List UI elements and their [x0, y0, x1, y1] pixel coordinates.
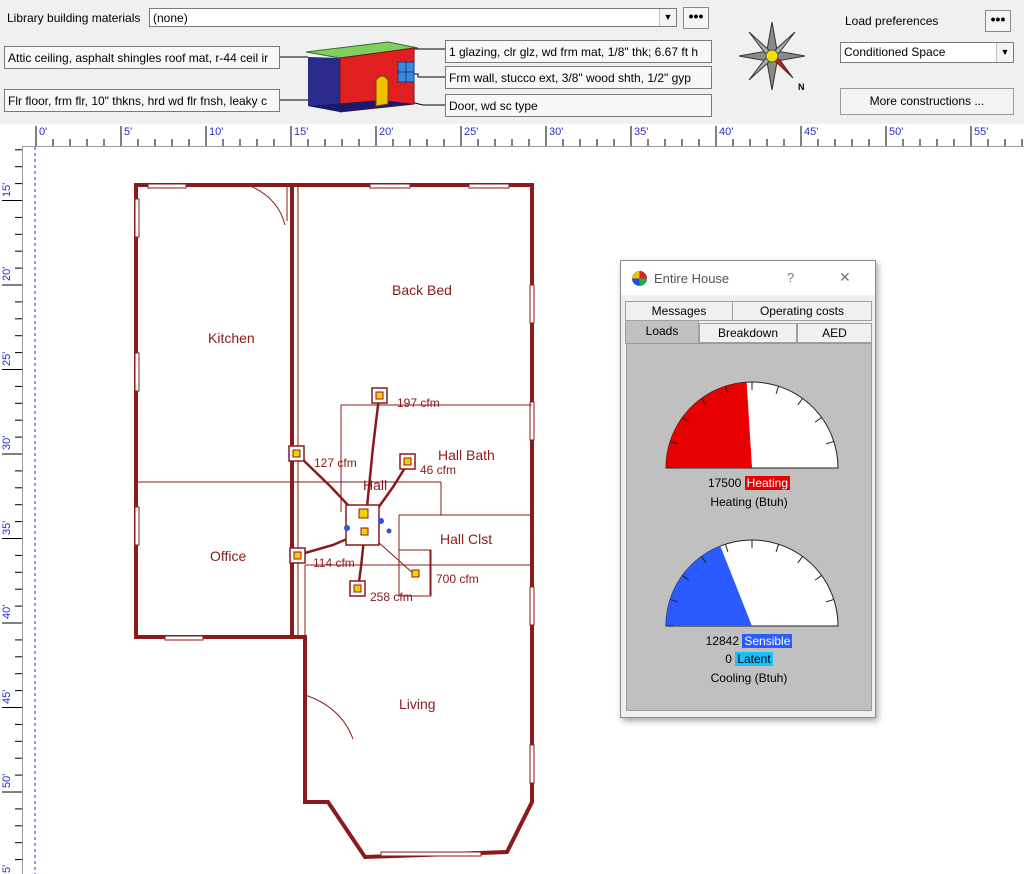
- airflow-label-office: 114 cfm: [313, 556, 355, 570]
- heating-gauge: [665, 381, 839, 469]
- tab-messages[interactable]: Messages: [625, 301, 733, 321]
- top-ruler-label: 20': [379, 126, 394, 138]
- top-ruler-label: 15': [294, 126, 309, 138]
- airflow-label-living: 258 cfm: [370, 590, 413, 604]
- chevron-down-icon[interactable]: ▼: [659, 9, 676, 26]
- heating-value: 17500: [707, 476, 742, 490]
- window-title-bar[interactable]: Entire House ? ✕: [621, 261, 875, 295]
- loads-panel: 17500 Heating Heating (Btuh) 12842 Sensi…: [626, 343, 872, 711]
- left-ruler-label: 45': [1, 689, 13, 704]
- left-ruler-label: 30': [1, 435, 13, 450]
- top-ruler-label: 25': [464, 126, 479, 138]
- glazing-construction-box[interactable]: 1 glazing, clr glz, wd frm mat, 1/8" thk…: [445, 40, 712, 63]
- library-materials-label: Library building materials: [7, 11, 141, 25]
- library-materials-select[interactable]: (none) ▼: [149, 8, 677, 27]
- latent-value: 0: [725, 652, 732, 666]
- door-construction-box[interactable]: Door, wd sc type: [445, 94, 712, 117]
- sensible-badge: Sensible: [742, 634, 793, 648]
- library-materials-more-button[interactable]: •••: [683, 7, 709, 29]
- left-ruler: 15' 20' 25' 30' 35' 40' 45' 50' 5': [0, 146, 23, 874]
- cooling-caption: Cooling (Btuh): [710, 671, 788, 685]
- wall-construction-text: Frm wall, stucco ext, 3/8" wood shth, 1/…: [449, 71, 691, 85]
- pie-chart-icon: [632, 271, 647, 286]
- top-ruler-label: 30': [549, 126, 564, 138]
- entire-house-window[interactable]: Entire House ? ✕ Messages Operating cost…: [620, 260, 876, 718]
- left-ruler-label: 5': [1, 864, 13, 873]
- left-ruler-label: 20': [1, 266, 13, 281]
- left-ruler-label: 35': [1, 520, 13, 535]
- airflow-label-hall-bath: 46 cfm: [420, 463, 457, 477]
- top-ruler-label: 50': [889, 126, 904, 138]
- library-materials-value: (none): [153, 11, 188, 25]
- load-preferences-more-button[interactable]: •••: [985, 10, 1011, 32]
- room-label-back-bed: Back Bed: [392, 282, 452, 298]
- top-ruler: 0' 5' 10' 15' 20' 25' 30' 35' 40' 45' 50' 55': [0, 124, 1024, 147]
- left-ruler-label: 25': [1, 351, 13, 366]
- cooling-gauge: [665, 539, 839, 627]
- top-ruler-label: 35': [634, 126, 649, 138]
- load-preferences-label: Load preferences: [845, 14, 939, 28]
- load-preferences-value: Conditioned Space: [844, 45, 946, 59]
- floor-construction-box[interactable]: Flr floor, frm flr, 10" thkns, hrd wd fl…: [4, 89, 280, 112]
- window-title: Entire House: [654, 271, 730, 286]
- latent-badge: Latent: [735, 652, 773, 666]
- heating-gauge-fill: [666, 382, 752, 468]
- roof-construction-box[interactable]: Attic ceiling, asphalt shingles roof mat…: [4, 46, 280, 69]
- tab-loads[interactable]: Loads: [625, 320, 699, 344]
- help-button[interactable]: ?: [787, 270, 794, 285]
- sensible-readout: 12842 Sensible: [627, 634, 871, 648]
- load-preferences-select[interactable]: Conditioned Space ▼: [840, 42, 1014, 63]
- door-construction-text: Door, wd sc type: [449, 99, 538, 113]
- top-ruler-label: 0': [39, 126, 48, 138]
- compass-north-label: N: [798, 82, 805, 92]
- floor-construction-text: Flr floor, frm flr, 10" thkns, hrd wd fl…: [8, 94, 268, 108]
- latent-readout: 0 Latent: [627, 652, 871, 666]
- left-ruler-label: 40': [1, 604, 13, 619]
- room-label-office: Office: [210, 548, 247, 564]
- airflow-label-kitchen: 127 cfm: [314, 456, 357, 470]
- tab-aed[interactable]: AED: [797, 323, 872, 343]
- room-label-hall-bath: Hall Bath: [438, 447, 495, 463]
- top-ruler-label: 40': [719, 126, 734, 138]
- chevron-down-icon[interactable]: ▼: [996, 43, 1013, 62]
- construction-toolbar: Library building materials (none) ▼ ••• …: [0, 0, 1024, 125]
- heating-badge: Heating: [744, 476, 791, 490]
- left-ruler-label: 15': [1, 182, 13, 197]
- left-ruler-label: 50': [1, 773, 13, 788]
- heating-readout: 17500 Heating: [627, 476, 871, 490]
- room-label-hall: Hall: [363, 477, 388, 493]
- top-ruler-label: 55': [974, 126, 989, 138]
- airflow-label-return: 700 cfm: [436, 572, 479, 586]
- top-ruler-ticks: [35, 126, 1023, 146]
- sensible-value: 12842: [705, 634, 739, 648]
- tab-breakdown[interactable]: Breakdown: [699, 323, 797, 343]
- close-button[interactable]: ✕: [839, 269, 851, 286]
- top-ruler-label: 45': [804, 126, 819, 138]
- room-label-hall-clst: Hall Clst: [440, 531, 493, 547]
- roof-construction-text: Attic ceiling, asphalt shingles roof mat…: [8, 51, 269, 65]
- airflow-label-back-bed: 197 cfm: [397, 396, 440, 410]
- wall-construction-box[interactable]: Frm wall, stucco ext, 3/8" wood shth, 1/…: [445, 66, 712, 89]
- left-ruler-ticks: [2, 149, 22, 861]
- more-constructions-button[interactable]: More constructions ...: [840, 88, 1014, 115]
- top-ruler-label: 5': [124, 126, 133, 138]
- room-label-kitchen: Kitchen: [208, 330, 255, 346]
- top-ruler-label: 10': [209, 126, 224, 138]
- tab-operating-costs[interactable]: Operating costs: [732, 301, 872, 321]
- room-label-living: Living: [399, 696, 436, 712]
- glazing-construction-text: 1 glazing, clr glz, wd frm mat, 1/8" thk…: [449, 45, 699, 59]
- heating-caption: Heating (Btuh): [710, 495, 788, 509]
- house-illustration: [280, 41, 445, 113]
